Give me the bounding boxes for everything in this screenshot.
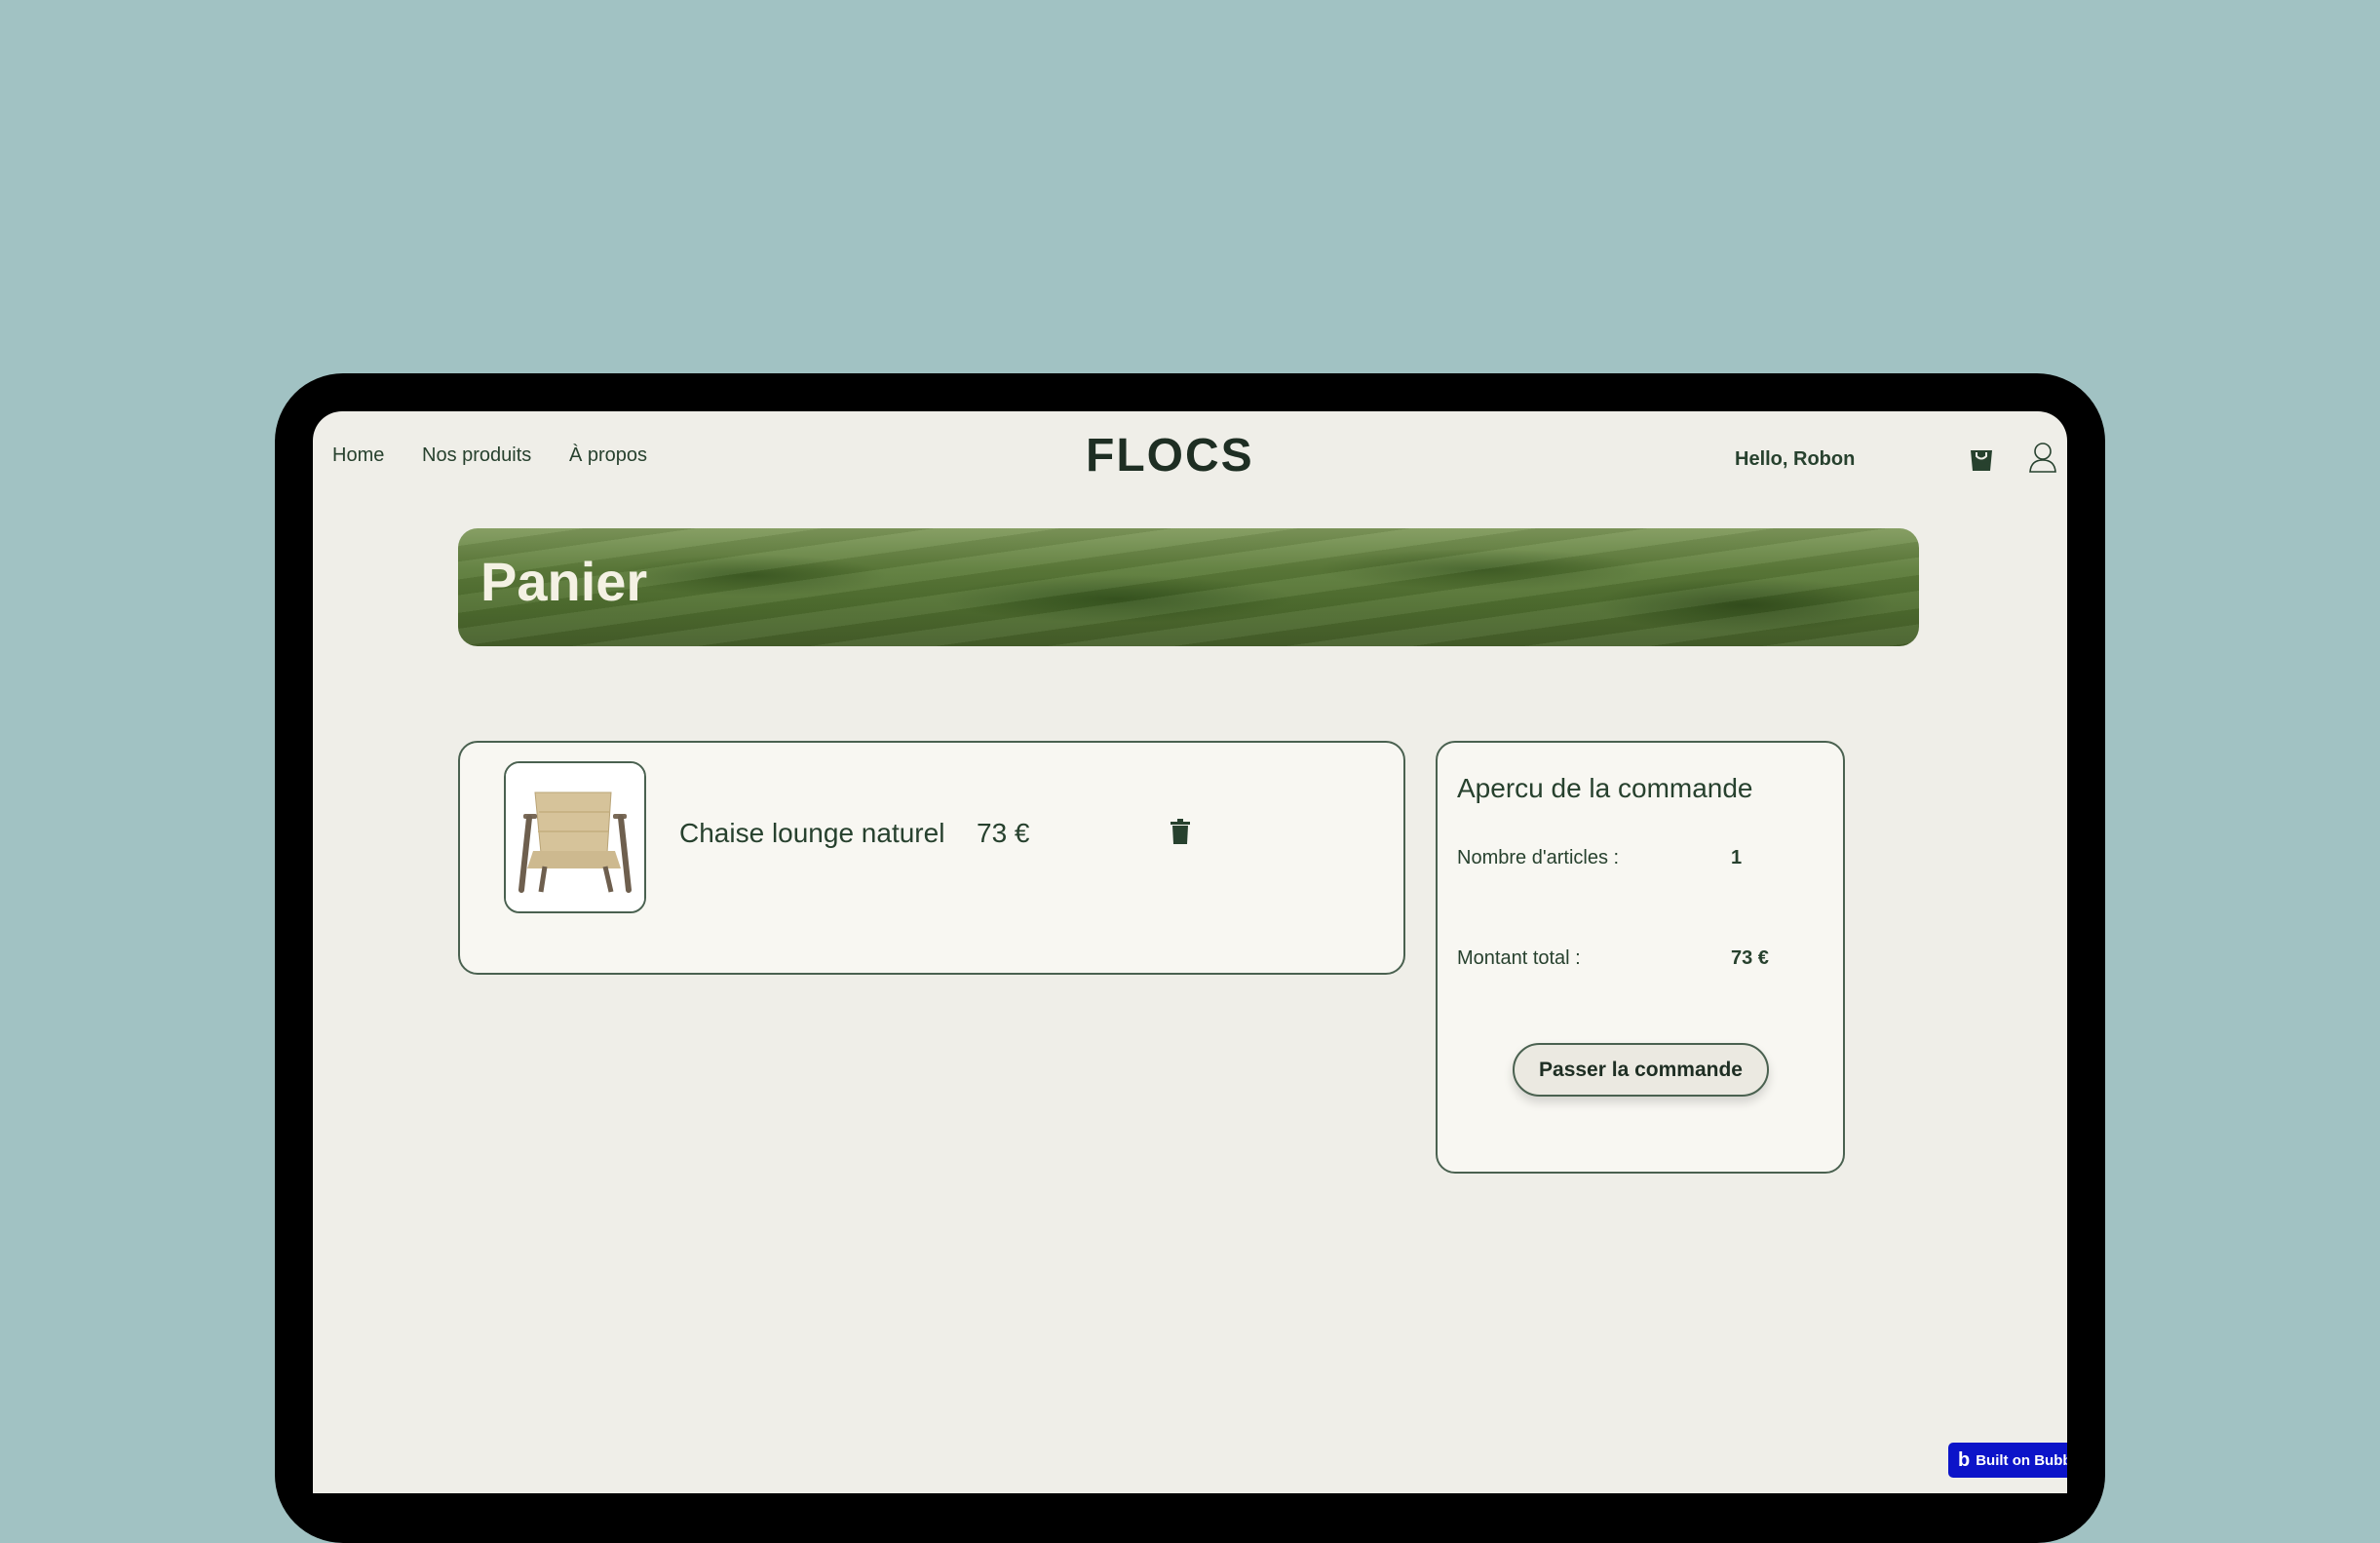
- total-value: 73 €: [1731, 947, 1769, 969]
- page-banner: Panier: [458, 528, 1919, 646]
- logo[interactable]: FLOCS: [1086, 429, 1254, 482]
- page-title: Panier: [480, 551, 648, 612]
- user-icon[interactable]: [2028, 441, 2057, 479]
- shopping-bag-icon[interactable]: [1969, 444, 1994, 477]
- order-summary: Apercu de la commande Nombre d'articles …: [1436, 741, 1845, 1174]
- summary-title: Apercu de la commande: [1457, 773, 1753, 803]
- app-screen: Home Nos produits À propos FLOCS Hello, …: [313, 411, 2067, 1493]
- product-image[interactable]: [504, 761, 646, 913]
- product-name[interactable]: Chaise lounge naturel: [679, 818, 944, 849]
- place-order-button[interactable]: Passer la commande: [1513, 1043, 1769, 1097]
- product-price: 73 €: [977, 818, 1030, 848]
- nav-products[interactable]: Nos produits: [422, 444, 531, 467]
- item-count-label: Nombre d'articles :: [1457, 847, 1620, 868]
- bubble-logo-icon: b: [1958, 1448, 1971, 1471]
- item-count-value: 1: [1731, 847, 1743, 868]
- nav-home[interactable]: Home: [332, 444, 384, 467]
- built-on-bubble-badge[interactable]: b Built on Bubble: [1948, 1443, 2067, 1478]
- nav-about[interactable]: À propos: [569, 444, 647, 467]
- total-label: Montant total :: [1457, 947, 1581, 969]
- logo-text: FLOCS: [1086, 430, 1254, 482]
- badge-label: Built on Bubble: [1976, 1451, 2067, 1469]
- user-greeting: Hello, Robon: [1735, 448, 1856, 470]
- cart-item-card: Chaise lounge naturel 73 €: [458, 741, 1405, 975]
- trash-icon[interactable]: [1170, 819, 1191, 849]
